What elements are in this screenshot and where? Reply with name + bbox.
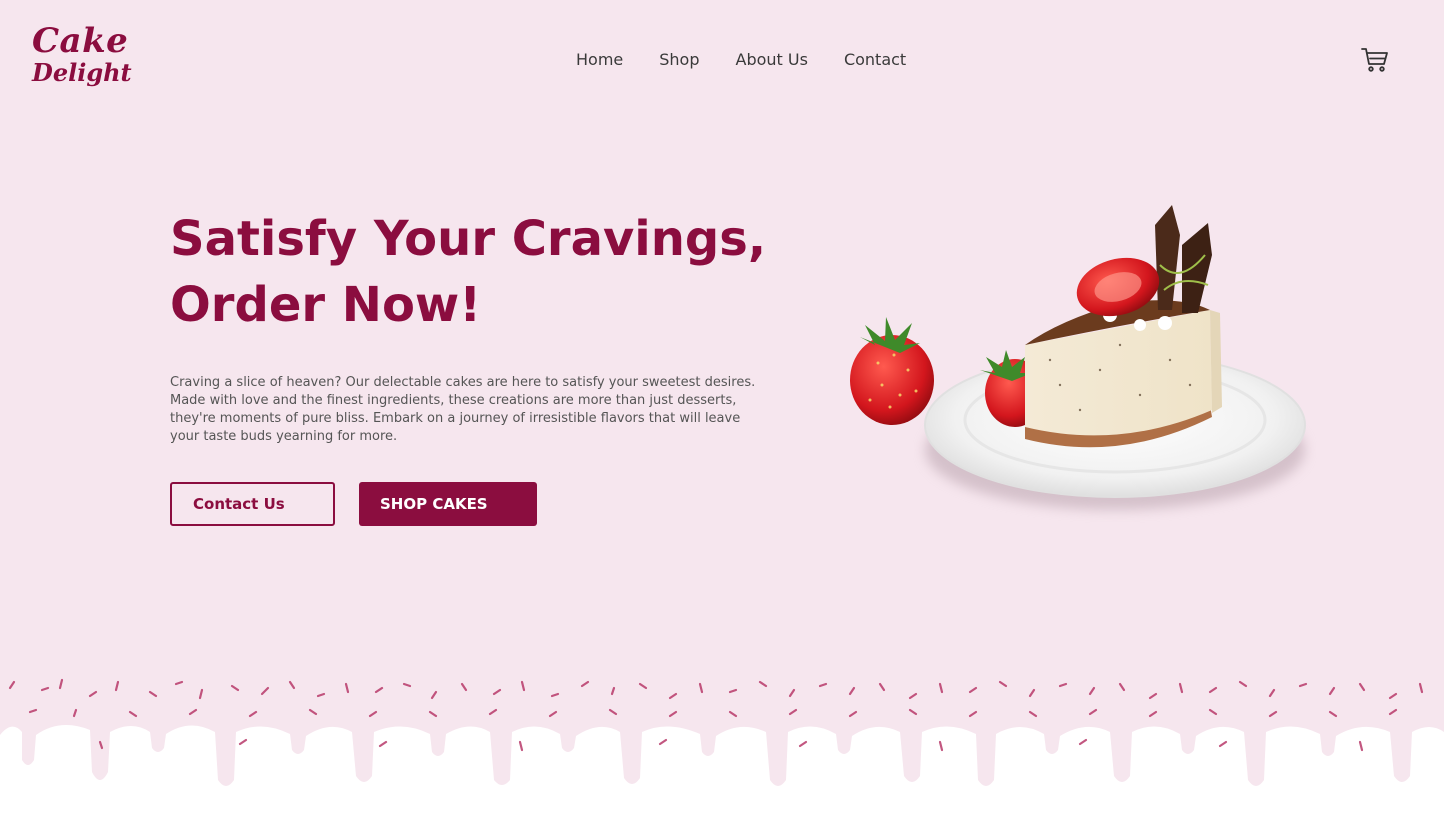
brand-logo-line2: Delight: [32, 57, 132, 87]
cheesecake-image: [850, 205, 1306, 510]
main-nav: Home Shop About Us Contact: [576, 50, 906, 70]
brand-logo-line1: Cake: [32, 21, 129, 61]
hero-title-line1: Satisfy Your Cravings,: [170, 211, 767, 267]
nav-item-about-us[interactable]: About Us: [736, 50, 808, 70]
strawberry-left: [850, 317, 934, 425]
nav-item-home[interactable]: Home: [576, 50, 623, 70]
brand-logo[interactable]: Cake Delight: [32, 21, 132, 87]
cheesecake-slice: [1025, 205, 1222, 448]
hero-description: Craving a slice of heaven? Our delectabl…: [170, 375, 756, 444]
nav-item-shop[interactable]: Shop: [659, 50, 699, 70]
contact-us-button[interactable]: Contact Us: [170, 482, 335, 526]
icing-drip-border: [0, 640, 1444, 814]
nav-item-contact[interactable]: Contact: [844, 50, 906, 70]
hero-title-line2: Order Now!: [170, 277, 482, 333]
shop-cakes-button[interactable]: SHOP CAKES: [359, 482, 537, 526]
shopping-cart-icon[interactable]: [1360, 45, 1390, 75]
hero-title: Satisfy Your Cravings, Order Now!: [170, 206, 790, 338]
